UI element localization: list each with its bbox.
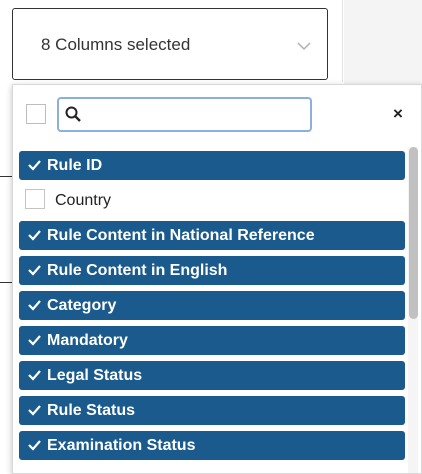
column-option[interactable]: Mandatory <box>19 326 405 355</box>
column-option-label: Country <box>55 192 112 209</box>
scrollbar-thumb[interactable] <box>409 147 418 319</box>
column-option[interactable]: Examination Status <box>19 431 405 460</box>
check-icon <box>28 265 41 276</box>
column-option-label: Rule ID <box>47 157 103 174</box>
check-icon <box>28 300 41 311</box>
chevron-down-icon <box>297 42 311 51</box>
column-option-label: Category <box>47 297 117 314</box>
background-rule <box>0 282 12 283</box>
search-input[interactable] <box>85 101 305 128</box>
column-option[interactable]: Category <box>19 291 405 320</box>
background-rule <box>0 176 12 177</box>
column-option-label: Rule Content in English <box>47 262 228 279</box>
column-option-label: Rule Content in National Reference <box>47 227 315 244</box>
columns-dropdown-toggle[interactable]: 8 Columns selected <box>12 8 328 80</box>
check-icon <box>28 370 41 381</box>
option-checkbox[interactable] <box>25 189 45 209</box>
columns-selected-label: 8 Columns selected <box>41 35 191 54</box>
check-icon <box>28 335 41 346</box>
check-icon <box>28 405 41 416</box>
column-option-label: Rule Status <box>47 402 136 419</box>
check-icon <box>28 230 41 241</box>
background-divider <box>342 0 343 82</box>
column-option[interactable]: Rule Content in English <box>19 256 405 285</box>
column-option-label: Mandatory <box>47 332 128 349</box>
check-icon <box>28 160 41 171</box>
column-option[interactable]: Country <box>19 186 405 215</box>
select-all-checkbox[interactable] <box>26 104 46 124</box>
column-option[interactable]: Rule ID <box>19 151 405 180</box>
search-box <box>57 97 312 132</box>
clear-search-button[interactable]: × <box>393 105 403 122</box>
search-icon <box>65 106 81 122</box>
columns-dropdown-menu: × Rule ID Country Rule Content in National… <box>12 84 422 474</box>
check-icon <box>28 440 41 451</box>
column-option-label: Legal Status <box>47 367 143 384</box>
column-option[interactable]: Legal Status <box>19 361 405 390</box>
column-option[interactable]: Rule Status <box>19 396 405 425</box>
column-option[interactable]: Rule Content in National Reference <box>19 221 405 250</box>
column-option-label: Examination Status <box>47 437 196 454</box>
